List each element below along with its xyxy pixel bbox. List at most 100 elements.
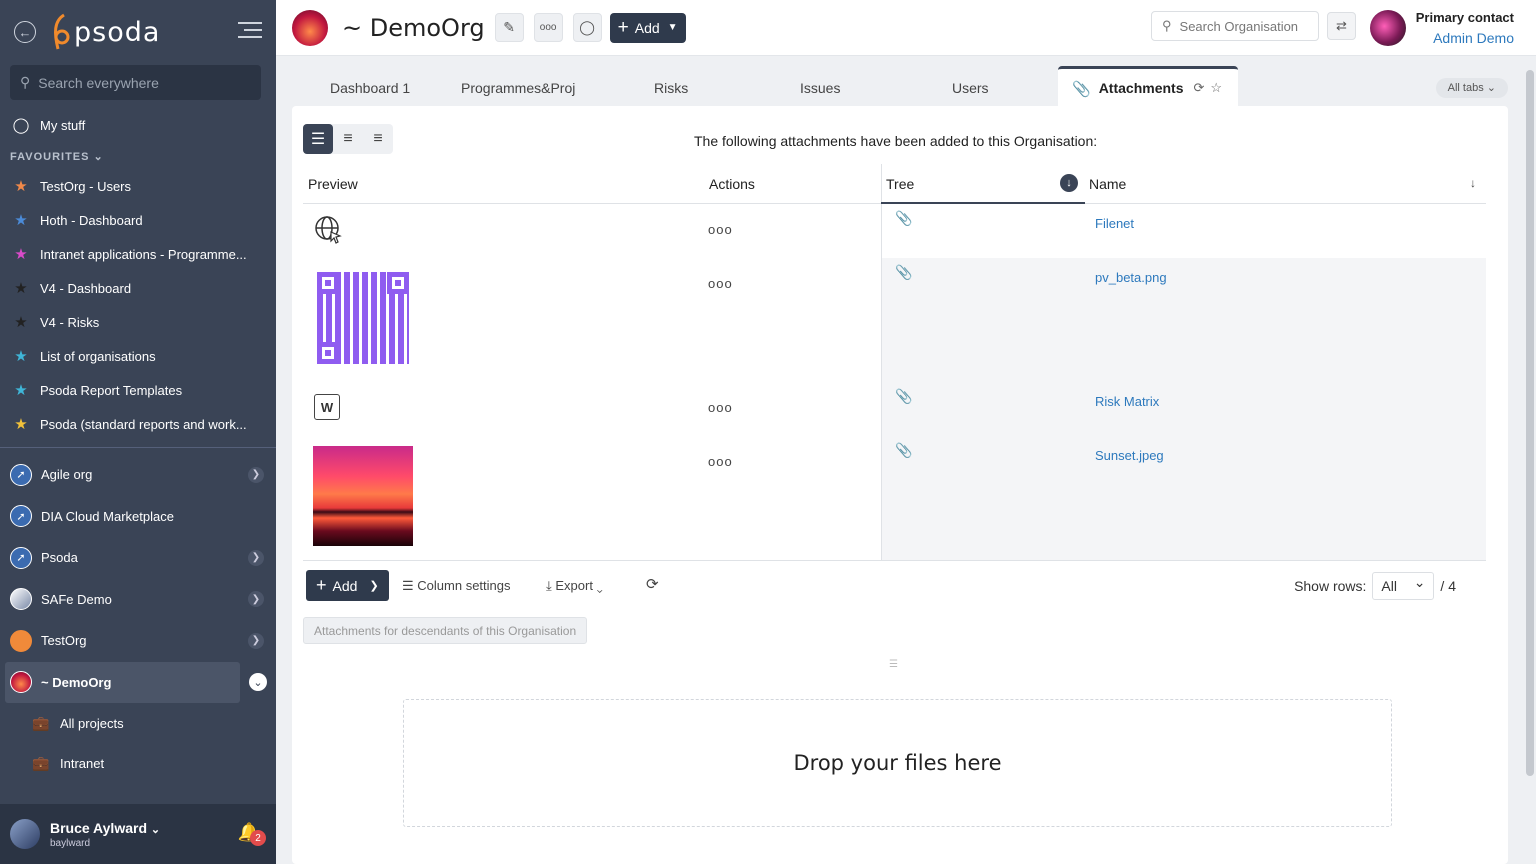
sidebar-item-my-stuff[interactable]: ◯ My stuff bbox=[0, 108, 276, 142]
sub-label: All projects bbox=[60, 715, 124, 731]
table-row[interactable]: W ooo 📎 Risk Matrix bbox=[303, 382, 1486, 436]
psoda-logo[interactable]: psoda bbox=[50, 13, 160, 51]
table-row[interactable]: ooo 📎 pv_beta.png bbox=[303, 258, 1486, 382]
refresh-icon[interactable]: ⟳ bbox=[646, 575, 659, 593]
add-dropdown-button[interactable]: + Add ▼ bbox=[609, 12, 686, 43]
favourite-item[interactable]: ★ V4 - Dashboard bbox=[0, 271, 276, 305]
row-background bbox=[882, 382, 1486, 436]
export-button[interactable]: ⤓ Export ⌄ bbox=[546, 578, 603, 594]
notification-count: 2 bbox=[250, 830, 266, 846]
qr-corner bbox=[317, 272, 339, 294]
org-item-dia[interactable]: ➚ DIA Cloud Marketplace bbox=[0, 496, 276, 538]
tab-attachments-label: Attachments bbox=[1098, 80, 1184, 96]
tab-issues[interactable]: Issues bbox=[800, 80, 840, 96]
notifications-icon[interactable]: 🔔 2 bbox=[238, 822, 266, 846]
tab-bar: Dashboard 1 Programmes&Proj Risks Issues… bbox=[292, 64, 1508, 106]
column-settings-label: Column settings bbox=[417, 578, 511, 593]
chevron-right-icon[interactable]: ❯ bbox=[248, 591, 264, 608]
attachment-link[interactable]: Filenet bbox=[1095, 216, 1134, 231]
tab-users[interactable]: Users bbox=[952, 80, 989, 96]
sidebar-sub-all-projects[interactable]: 💼 All projects bbox=[0, 703, 276, 743]
paperclip-icon: 📎 bbox=[895, 442, 913, 458]
org-item-safe[interactable]: SAFe Demo ❯ bbox=[0, 579, 276, 621]
collapse-sidebar-icon[interactable] bbox=[238, 22, 262, 40]
tag-icon: ◯ bbox=[579, 19, 595, 35]
footer-add-label: Add bbox=[332, 577, 358, 594]
attachment-link[interactable]: Sunset.jpeg bbox=[1095, 448, 1164, 463]
table-bottom-border bbox=[303, 560, 1486, 561]
refresh-icon[interactable]: ⟳ bbox=[1193, 80, 1204, 96]
column-tree[interactable]: Tree bbox=[886, 176, 914, 192]
org-label: TestOrg bbox=[41, 633, 87, 649]
sort-tree-icon[interactable]: ↓ bbox=[1060, 174, 1078, 192]
primary-contact-avatar[interactable] bbox=[1370, 10, 1406, 46]
favourite-item[interactable]: ★ Intranet applications - Programme... bbox=[0, 237, 276, 271]
attachment-link[interactable]: Risk Matrix bbox=[1095, 394, 1159, 409]
view-medium-icon[interactable]: ≡ bbox=[333, 124, 363, 154]
column-name[interactable]: Name bbox=[1089, 176, 1126, 192]
tag-button[interactable]: ◯ bbox=[572, 13, 602, 42]
attachment-link[interactable]: pv_beta.png bbox=[1095, 270, 1167, 285]
sidebar-sub-intranet[interactable]: 💼 Intranet bbox=[0, 743, 276, 783]
org-item-agile[interactable]: ➚ Agile org ❯ bbox=[0, 454, 276, 496]
star-icon: ★ bbox=[14, 212, 28, 229]
file-drop-zone[interactable]: Drop your files here bbox=[403, 699, 1392, 827]
star-outline-icon[interactable]: ☆ bbox=[1210, 80, 1222, 96]
show-rows-select[interactable]: All bbox=[1372, 572, 1435, 600]
org-item-demoorg[interactable]: ~ DemoOrg ⌄ bbox=[5, 661, 267, 703]
row-actions-button[interactable]: ooo bbox=[708, 276, 733, 291]
favourites-header[interactable]: FAVOURITES ⌄ bbox=[0, 142, 276, 169]
favourite-label: Psoda Report Templates bbox=[40, 382, 183, 398]
descendants-attachments-button[interactable]: Attachments for descendants of this Orga… bbox=[303, 617, 588, 644]
table-header: Preview Actions Tree ↓ Name ↓ bbox=[303, 164, 1486, 204]
row-actions-button[interactable]: ooo bbox=[708, 222, 733, 237]
footer-add-button[interactable]: + Add ❯ bbox=[306, 570, 389, 601]
org-item-psoda[interactable]: ➚ Psoda ❯ bbox=[0, 537, 276, 579]
primary-contact: Primary contact Admin Demo bbox=[1416, 10, 1514, 46]
column-preview[interactable]: Preview bbox=[308, 176, 358, 192]
favourite-item[interactable]: ★ Psoda Report Templates bbox=[0, 373, 276, 407]
favourite-item[interactable]: ★ TestOrg - Users bbox=[0, 169, 276, 203]
view-large-icon[interactable]: ☰ bbox=[303, 124, 333, 154]
table-row[interactable]: ooo 📎 Sunset.jpeg bbox=[303, 436, 1486, 560]
chevron-right-icon[interactable]: ❯ bbox=[248, 632, 264, 649]
favourite-item[interactable]: ★ V4 - Risks bbox=[0, 305, 276, 339]
global-search-input[interactable]: ⚲ Search everywhere bbox=[10, 65, 261, 100]
tab-risks[interactable]: Risks bbox=[654, 80, 688, 96]
edit-button[interactable]: ✎ bbox=[494, 13, 524, 42]
favourite-item[interactable]: ★ List of organisations bbox=[0, 339, 276, 373]
resize-grip-icon[interactable]: ☰ bbox=[889, 659, 898, 670]
row-actions-button[interactable]: ooo bbox=[708, 454, 733, 469]
briefcase-icon: 💼 bbox=[32, 714, 50, 731]
sliders-icon: ☰ bbox=[402, 578, 414, 593]
tab-programmes[interactable]: Programmes&Proj bbox=[461, 80, 579, 96]
favourite-item[interactable]: ★ Hoth - Dashboard bbox=[0, 203, 276, 237]
back-icon[interactable]: ← bbox=[14, 21, 36, 43]
search-icon: ⚲ bbox=[1162, 18, 1172, 33]
favourite-item[interactable]: ★ Psoda (standard reports and work... bbox=[0, 407, 276, 441]
switch-view-button[interactable]: ⇄ bbox=[1327, 12, 1356, 40]
org-item-testorg[interactable]: TestOrg ❯ bbox=[0, 620, 276, 662]
chevron-right-icon[interactable]: ❯ bbox=[248, 466, 264, 483]
page-scrollbar[interactable] bbox=[1526, 70, 1534, 776]
drop-zone-label: Drop your files here bbox=[793, 751, 1002, 775]
star-icon: ★ bbox=[14, 178, 28, 195]
briefcase-icon: 💼 bbox=[32, 754, 50, 771]
org-label: DIA Cloud Marketplace bbox=[41, 508, 174, 524]
primary-contact-link[interactable]: Admin Demo bbox=[1416, 30, 1514, 46]
column-actions[interactable]: Actions bbox=[709, 176, 755, 192]
column-settings-button[interactable]: ☰ Column settings bbox=[402, 578, 511, 594]
chevron-down-icon[interactable]: ⌄ bbox=[249, 673, 267, 692]
row-actions-button[interactable]: ooo bbox=[708, 400, 733, 415]
tab-dashboard[interactable]: Dashboard 1 bbox=[330, 80, 410, 96]
favourite-label: List of organisations bbox=[40, 348, 156, 364]
table-row[interactable]: ooo 📎 Filenet bbox=[303, 204, 1486, 258]
chevron-right-icon[interactable]: ❯ bbox=[248, 549, 264, 566]
more-button[interactable]: ooo bbox=[533, 13, 563, 42]
sort-name-icon[interactable]: ↓ bbox=[1470, 176, 1476, 190]
current-user[interactable]: Bruce Aylward ⌄ baylward 🔔 2 bbox=[0, 804, 276, 864]
tab-attachments[interactable]: 📎 Attachments ⟳ ☆ bbox=[1058, 66, 1238, 106]
search-organisation-input[interactable]: ⚲ Search Organisation bbox=[1151, 11, 1319, 41]
all-tabs-dropdown[interactable]: All tabs ⌄ bbox=[1435, 78, 1508, 98]
view-compact-icon[interactable]: ≡ bbox=[363, 124, 393, 154]
